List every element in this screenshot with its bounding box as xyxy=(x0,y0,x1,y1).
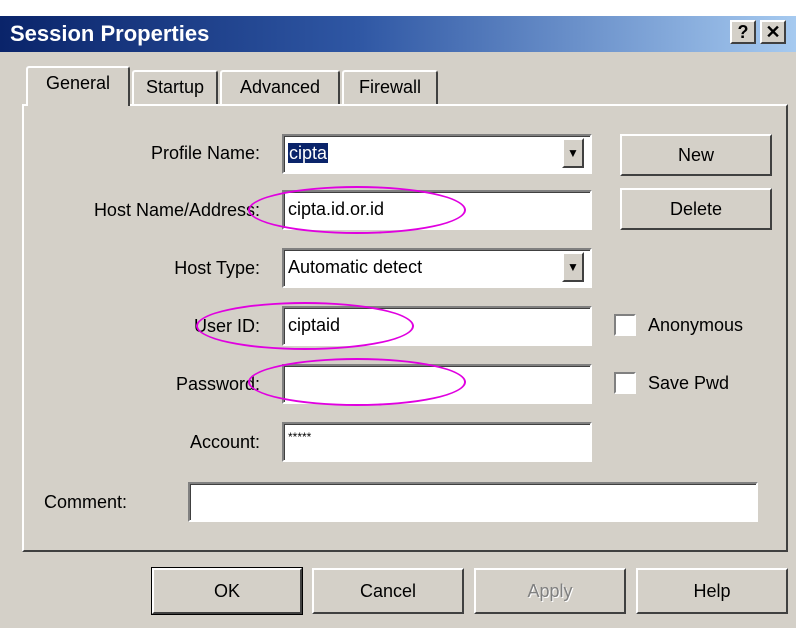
password-input[interactable] xyxy=(282,364,592,404)
save-pwd-checkbox[interactable] xyxy=(614,372,636,394)
host-name-label-text: Host Name/Address: xyxy=(93,200,260,220)
ok-button[interactable]: OK xyxy=(151,567,303,615)
save-pwd-label-text: Save Pwd xyxy=(648,373,730,393)
help-button-label: Help xyxy=(693,581,731,601)
help-icon[interactable]: ? xyxy=(730,20,756,44)
profile-name-label: Profile Name: xyxy=(60,141,260,165)
tab-startup-label: Startup xyxy=(145,77,205,97)
save-pwd-label: Save Pwd xyxy=(648,371,768,395)
anonymous-label-text: Anonymous xyxy=(648,315,744,335)
comment-input[interactable] xyxy=(188,482,758,522)
anonymous-label: Anonymous xyxy=(648,313,768,337)
tab-advanced-label: Advanced xyxy=(239,77,321,97)
host-name-label: Host Name/Address: xyxy=(40,198,260,222)
host-type-dropdown-icon[interactable]: ▼ xyxy=(562,252,584,282)
comment-label: Comment: xyxy=(44,490,174,514)
password-label: Password: xyxy=(60,372,260,396)
anonymous-checkbox[interactable] xyxy=(614,314,636,336)
account-label: Account: xyxy=(60,430,260,454)
profile-name-value: cipta xyxy=(288,143,329,163)
profile-name-combobox[interactable]: cipta xyxy=(282,134,592,174)
host-name-input[interactable]: cipta.id.or.id xyxy=(282,190,592,230)
delete-button[interactable]: Delete xyxy=(620,188,772,230)
tab-general-label: General xyxy=(45,73,111,93)
comment-label-text: Comment: xyxy=(44,492,128,512)
tab-general[interactable]: General xyxy=(26,66,130,106)
new-button-label: New xyxy=(677,145,714,165)
tab-advanced[interactable]: Advanced xyxy=(220,70,340,106)
profile-name-dropdown-icon[interactable]: ▼ xyxy=(562,138,584,168)
user-id-input[interactable]: ciptaid xyxy=(282,306,592,346)
delete-button-label: Delete xyxy=(669,199,723,219)
window-title: Session Properties xyxy=(10,21,210,46)
close-icon[interactable]: ✕ xyxy=(760,20,786,44)
account-input[interactable]: ***** xyxy=(282,422,592,462)
cancel-button-label: Cancel xyxy=(359,581,417,601)
help-button[interactable]: Help xyxy=(636,568,788,614)
apply-button[interactable]: Apply xyxy=(474,568,626,614)
user-id-value: ciptaid xyxy=(288,315,341,335)
apply-button-label: Apply xyxy=(527,581,573,601)
host-type-value: Automatic detect xyxy=(288,257,423,277)
host-type-combobox[interactable]: Automatic detect xyxy=(282,248,592,288)
user-id-label-text: User ID: xyxy=(193,316,260,336)
account-label-text: Account: xyxy=(189,432,260,452)
cancel-button[interactable]: Cancel xyxy=(312,568,464,614)
ok-button-label: OK xyxy=(213,581,240,601)
host-type-label: Host Type: xyxy=(60,256,260,280)
profile-name-label-text: Profile Name: xyxy=(150,143,260,163)
tab-startup[interactable]: Startup xyxy=(132,70,218,106)
host-type-label-text: Host Type: xyxy=(174,258,260,278)
user-id-label: User ID: xyxy=(60,314,260,338)
new-button[interactable]: New xyxy=(620,134,772,176)
session-properties-dialog: Session Properties ? ✕ General Startup A… xyxy=(0,0,796,628)
tab-firewall[interactable]: Firewall xyxy=(342,70,438,106)
account-value: ***** xyxy=(288,430,312,444)
host-name-value: cipta.id.or.id xyxy=(288,199,385,219)
password-label-text: Password: xyxy=(175,374,260,394)
tab-firewall-label: Firewall xyxy=(358,77,421,97)
